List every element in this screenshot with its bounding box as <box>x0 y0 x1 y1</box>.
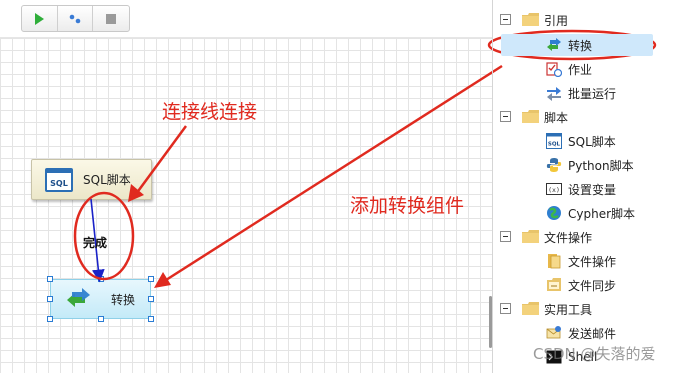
folder-icon <box>522 13 539 26</box>
tree-item-batch-run[interactable]: 批量运行 <box>493 82 685 104</box>
file-sync-icon <box>547 278 561 291</box>
tree-item-label: 设置变量 <box>568 182 617 197</box>
tree-group-reference[interactable]: 引用 <box>493 9 685 31</box>
tree-item-label: Python脚本 <box>568 158 634 173</box>
variable-icon: (x) <box>546 183 562 195</box>
tree-item-file-sync[interactable]: 文件同步 <box>493 274 685 296</box>
tree-group-utilities[interactable]: 实用工具 <box>493 298 685 320</box>
file-icon <box>548 254 561 269</box>
folder-icon <box>522 230 539 243</box>
tree-item-set-variable[interactable]: (x) 设置变量 <box>493 178 685 200</box>
svg-text:SQL: SQL <box>548 142 561 148</box>
watermark: CSDN @失落的爱 <box>533 345 656 363</box>
sql-icon: SQL <box>546 133 562 149</box>
tree-group-script[interactable]: 脚本 <box>493 106 685 128</box>
tree-item-label: 文件操作 <box>568 254 617 269</box>
annotation-connect-text: 连接线连接 <box>162 101 258 123</box>
annotation-add-text: 添加转换组件 <box>350 195 465 217</box>
collapse-toggle[interactable] <box>500 303 511 314</box>
tree-item-label: Cypher脚本 <box>568 206 636 221</box>
tree-item-python-script[interactable]: Python脚本 <box>493 154 685 176</box>
convert-icon <box>547 38 561 51</box>
folder-icon <box>522 110 539 123</box>
collapse-toggle[interactable] <box>500 14 511 25</box>
tree-item-label: 发送邮件 <box>568 326 617 341</box>
folder-icon <box>522 302 539 315</box>
annotation-arrow-connect <box>134 125 188 195</box>
tree-item-label: 作业 <box>568 62 593 77</box>
tree-group-label: 引用 <box>544 13 569 28</box>
tree-item-send-mail[interactable]: 发送邮件 <box>493 322 685 344</box>
edge-label: 完成 <box>83 236 108 250</box>
python-icon <box>546 158 562 172</box>
collapse-toggle[interactable] <box>500 231 511 242</box>
batch-run-icon <box>547 87 561 101</box>
component-tree: 引用 转换 作业 批量运行 脚本 SQL SQL脚本 Python脚本 (x) … <box>493 0 685 373</box>
tree-item-label: 批量运行 <box>568 86 617 101</box>
tree-group-label: 文件操作 <box>544 230 593 245</box>
cypher-icon <box>547 206 561 220</box>
collapse-toggle[interactable] <box>500 111 511 122</box>
tree-item-label: 转换 <box>568 38 593 53</box>
tree-item-job[interactable]: 作业 <box>493 58 685 80</box>
tree-item-convert[interactable]: 转换 <box>493 34 685 56</box>
svg-text:(x): (x) <box>548 186 560 194</box>
tree-group-file-ops[interactable]: 文件操作 <box>493 226 685 248</box>
tree-item-label: SQL脚本 <box>568 134 616 149</box>
job-icon <box>546 62 562 77</box>
tree-group-label: 实用工具 <box>544 302 593 317</box>
tree-item-label: 文件同步 <box>568 278 617 293</box>
tree-item-file-ops[interactable]: 文件操作 <box>493 250 685 272</box>
tree-group-label: 脚本 <box>544 110 569 125</box>
tree-item-sql-script[interactable]: SQL SQL脚本 <box>493 130 685 152</box>
mail-icon <box>546 326 561 339</box>
tree-item-cypher-script[interactable]: Cypher脚本 <box>493 202 685 224</box>
